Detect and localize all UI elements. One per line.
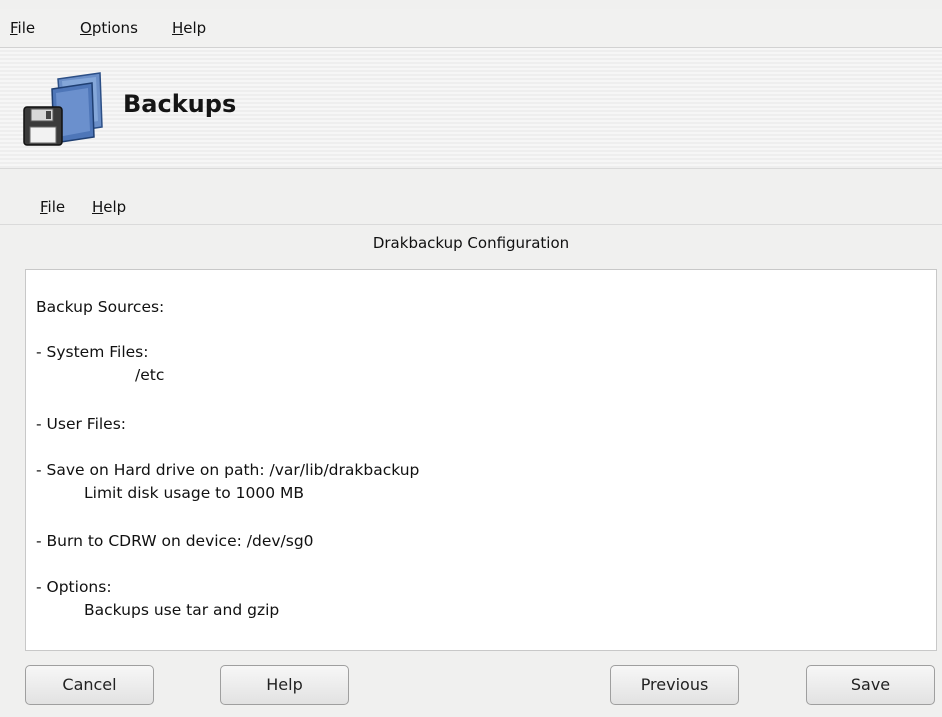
banner: Backups	[0, 48, 942, 169]
menu-help[interactable]: Help	[172, 9, 206, 47]
page-title: Backups	[123, 90, 237, 118]
menu-file[interactable]: File	[10, 9, 35, 47]
menu-options[interactable]: Options	[80, 9, 138, 47]
disk-usage-limit: Limit disk usage to 1000 MB	[84, 484, 305, 502]
system-files-label: - System Files:	[36, 343, 149, 361]
submenu-help-accel: H	[92, 198, 104, 216]
menu-help-accel: H	[172, 19, 184, 37]
dialog-title: Drakbackup Configuration	[372, 234, 570, 252]
cdrw-device: - Burn to CDRW on device: /dev/sg0	[36, 532, 314, 550]
system-files-path: /etc	[135, 366, 165, 384]
submenu-help[interactable]: Help	[92, 190, 126, 224]
options-label: - Options:	[36, 578, 112, 596]
menu-help-label: elp	[183, 19, 207, 37]
menu-options-accel: O	[80, 19, 92, 37]
submenu-file-label: ile	[47, 198, 66, 216]
submenu-file[interactable]: File	[40, 190, 65, 224]
options-tar-gzip: Backups use tar and gzip	[84, 601, 280, 619]
hard-drive-path: - Save on Hard drive on path: /var/lib/d…	[36, 461, 420, 479]
backup-folder-floppy-icon	[23, 72, 103, 146]
menu-file-accel: F	[10, 19, 18, 37]
submenu-bar: File Help	[0, 190, 942, 225]
save-button[interactable]: Save	[806, 665, 935, 705]
submenu-help-label: elp	[103, 198, 127, 216]
backup-sources-heading: Backup Sources:	[36, 298, 165, 316]
submenu-file-accel: F	[40, 198, 48, 216]
help-button[interactable]: Help	[220, 665, 349, 705]
previous-button[interactable]: Previous	[610, 665, 739, 705]
menu-file-label: ile	[17, 19, 36, 37]
cancel-button[interactable]: Cancel	[25, 665, 154, 705]
summary-panel: Backup Sources: - System Files: /etc - U…	[25, 269, 937, 651]
menu-options-label: ptions	[91, 19, 138, 37]
user-files-label: - User Files:	[36, 415, 127, 433]
menubar: File Options Help	[0, 9, 942, 48]
